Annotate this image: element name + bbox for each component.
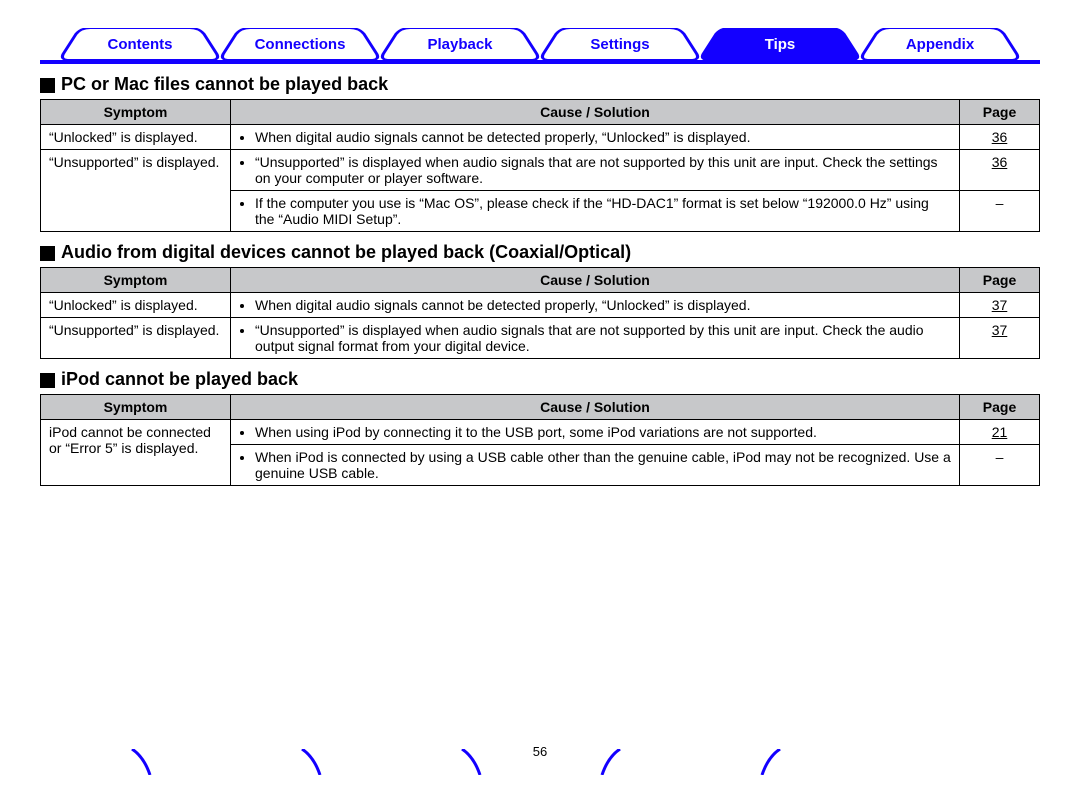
trouble-table-ipod: Symptom Cause / Solution Page iPod canno… <box>40 394 1040 486</box>
section-title-ipod: iPod cannot be played back <box>40 369 1040 390</box>
tab-connections[interactable]: Connections <box>220 28 380 60</box>
table-header-row: Symptom Cause / Solution Page <box>41 395 1040 420</box>
tab-bar-underline <box>40 60 1040 64</box>
solution-cell: When iPod is connected by using a USB ca… <box>231 445 960 486</box>
section-title-coax-optical: Audio from digital devices cannot be pla… <box>40 242 1040 263</box>
page-none: – <box>996 195 1004 211</box>
header-cause: Cause / Solution <box>231 100 960 125</box>
page-link[interactable]: 21 <box>992 424 1008 440</box>
solution-cell: When using iPod by connecting it to the … <box>231 420 960 445</box>
tab-appendix[interactable]: Appendix <box>860 28 1020 60</box>
header-page: Page <box>960 268 1040 293</box>
page-link[interactable]: 37 <box>992 322 1008 338</box>
tab-playback[interactable]: Playback <box>380 28 540 60</box>
section-title-text: PC or Mac files cannot be played back <box>61 74 388 95</box>
solution-cell: “Unsupported” is displayed when audio si… <box>231 318 960 359</box>
tab-label: Tips <box>765 36 796 53</box>
tab-contents[interactable]: Contents <box>60 28 220 60</box>
header-page: Page <box>960 395 1040 420</box>
table-row: “Unsupported” is displayed. “Unsupported… <box>41 150 1040 191</box>
tab-label: Connections <box>255 36 346 53</box>
header-page: Page <box>960 100 1040 125</box>
symptom-cell: iPod cannot be connected or “Error 5” is… <box>41 420 231 486</box>
page-link[interactable]: 37 <box>992 297 1008 313</box>
solution-cell: When digital audio signals cannot be det… <box>231 293 960 318</box>
page-cell: 37 <box>960 318 1040 359</box>
header-symptom: Symptom <box>41 268 231 293</box>
tab-label: Playback <box>427 36 492 53</box>
page-cell: 37 <box>960 293 1040 318</box>
section-title-text: Audio from digital devices cannot be pla… <box>61 242 631 263</box>
header-symptom: Symptom <box>41 100 231 125</box>
table-row: “Unsupported” is displayed. “Unsupported… <box>41 318 1040 359</box>
header-cause: Cause / Solution <box>231 268 960 293</box>
tab-tips[interactable]: Tips <box>700 28 860 60</box>
header-cause: Cause / Solution <box>231 395 960 420</box>
symptom-cell: “Unsupported” is displayed. <box>41 150 231 232</box>
page-link[interactable]: 36 <box>992 129 1008 145</box>
page-cell: – <box>960 445 1040 486</box>
solution-cell: If the computer you use is “Mac OS”, ple… <box>231 191 960 232</box>
table-row: iPod cannot be connected or “Error 5” is… <box>41 420 1040 445</box>
table-row: “Unlocked” is displayed. When digital au… <box>41 293 1040 318</box>
tab-label: Settings <box>590 36 649 53</box>
header-symptom: Symptom <box>41 395 231 420</box>
top-tab-bar: Contents Connections Playback Settings T… <box>40 28 1040 64</box>
page-link[interactable]: 36 <box>992 154 1008 170</box>
symptom-cell: “Unlocked” is displayed. <box>41 293 231 318</box>
page-cell: – <box>960 191 1040 232</box>
page-number: 56 <box>0 744 1080 759</box>
page-cell: 36 <box>960 150 1040 191</box>
trouble-table-coax-optical: Symptom Cause / Solution Page “Unlocked”… <box>40 267 1040 359</box>
table-header-row: Symptom Cause / Solution Page <box>41 268 1040 293</box>
tab-label: Appendix <box>906 36 974 53</box>
trouble-table-pc-mac: Symptom Cause / Solution Page “Unlocked”… <box>40 99 1040 232</box>
page-none: – <box>996 449 1004 465</box>
square-icon <box>40 78 55 93</box>
solution-cell: When digital audio signals cannot be det… <box>231 125 960 150</box>
tab-settings[interactable]: Settings <box>540 28 700 60</box>
square-icon <box>40 373 55 388</box>
page-cell: 36 <box>960 125 1040 150</box>
table-header-row: Symptom Cause / Solution Page <box>41 100 1040 125</box>
solution-cell: “Unsupported” is displayed when audio si… <box>231 150 960 191</box>
symptom-cell: “Unsupported” is displayed. <box>41 318 231 359</box>
section-title-text: iPod cannot be played back <box>61 369 298 390</box>
page-cell: 21 <box>960 420 1040 445</box>
section-title-pc-mac: PC or Mac files cannot be played back <box>40 74 1040 95</box>
table-row: “Unlocked” is displayed. When digital au… <box>41 125 1040 150</box>
tab-label: Contents <box>108 36 173 53</box>
square-icon <box>40 246 55 261</box>
symptom-cell: “Unlocked” is displayed. <box>41 125 231 150</box>
